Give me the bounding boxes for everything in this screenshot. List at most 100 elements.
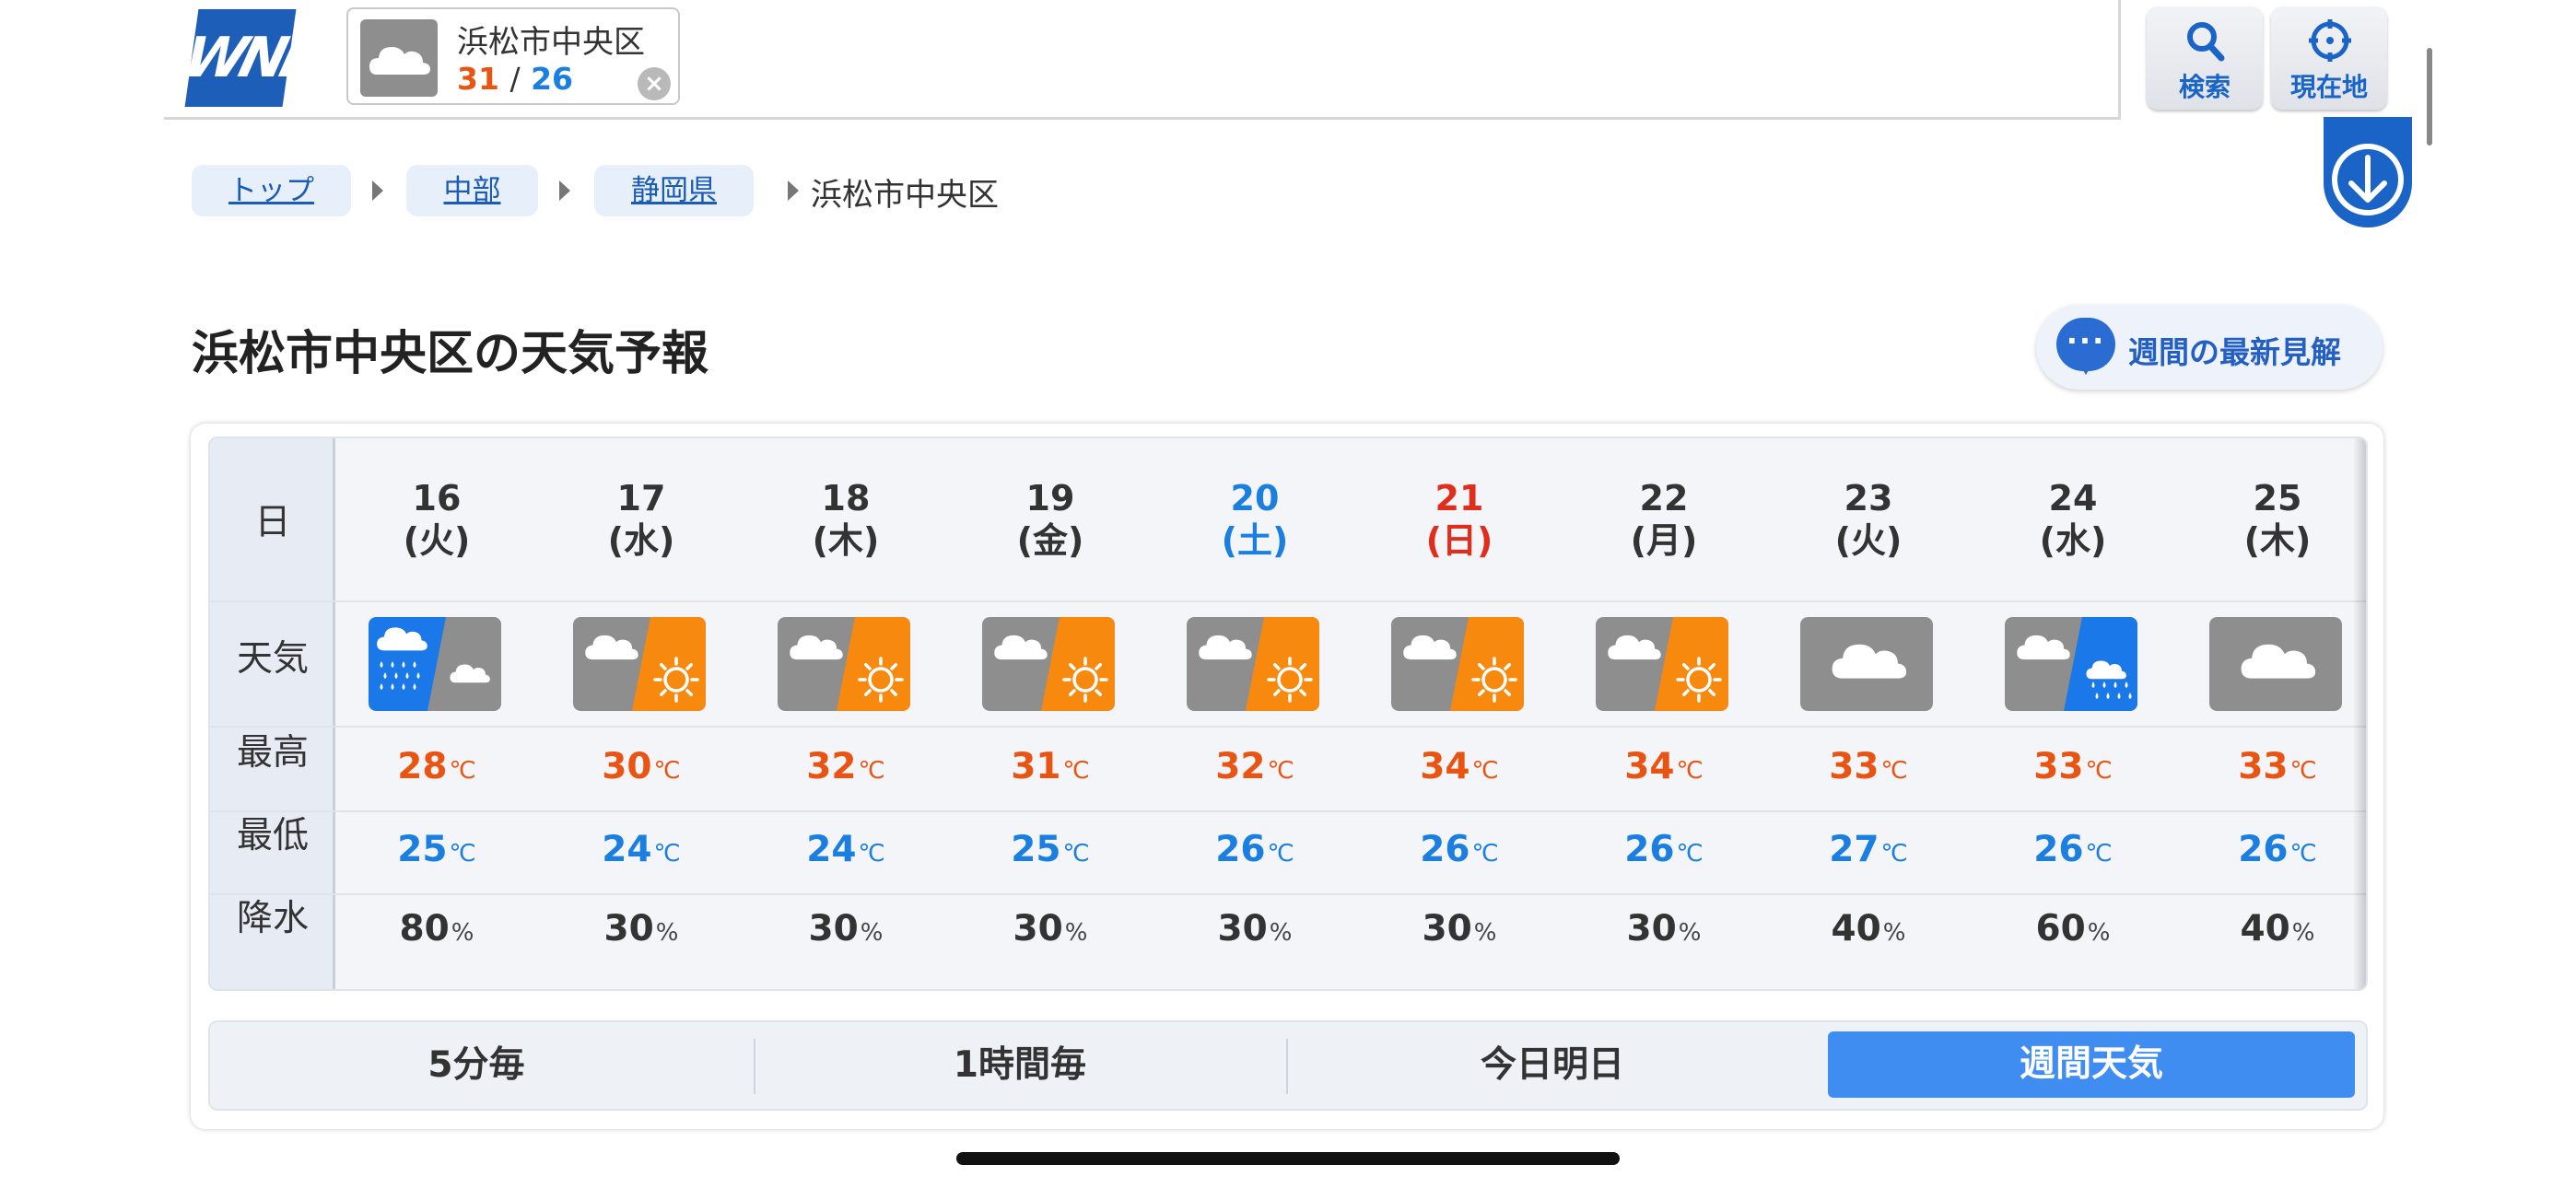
day-of-week: (土) (1221, 520, 1289, 561)
low-temp-value: 27 (1829, 829, 1879, 870)
rain-chance-unit: % (1064, 919, 1088, 947)
download-app-button[interactable] (2324, 117, 2412, 227)
low-temp-unit: ℃ (1267, 840, 1294, 868)
day-number: 22 (1639, 478, 1689, 518)
day-column: 20 (土) 32℃ 26℃ 30% (1153, 438, 1356, 989)
row-label-rain: 降水 (236, 898, 309, 939)
tab-weekly[interactable]: 週間天気 (1828, 1031, 2355, 1098)
rain-chance-unit: % (655, 919, 679, 947)
rain-chance-unit: % (1678, 919, 1702, 947)
high-temp-unit: ℃ (858, 757, 885, 785)
low-temp-unit: ℃ (449, 840, 476, 868)
cloudy-then-sunny-icon (1391, 617, 1524, 711)
location-name: 浜松市中央区 (457, 24, 645, 61)
day-number: 24 (2048, 478, 2098, 518)
row-label-weather: 天気 (236, 638, 309, 680)
rain-chance-unit: % (860, 919, 884, 947)
arrow-down-circle-icon (2332, 144, 2404, 215)
weathernews-logo[interactable]: WNI (177, 9, 304, 107)
low-temp: 25℃ (335, 829, 538, 870)
low-temp-unit: ℃ (2085, 840, 2113, 868)
high-temp: 30℃ (540, 746, 743, 787)
scrollbar-thumb[interactable] (2427, 48, 2432, 146)
breadcrumb-chubu[interactable]: 中部 (406, 165, 538, 216)
rain-chance: 30% (1358, 908, 1561, 949)
page-title: 浜松市中央区の天気予報 (192, 327, 709, 381)
high-temp: 28℃ (335, 746, 538, 787)
high-temp-unit: ℃ (2289, 757, 2317, 785)
day-date: 21 (日) (1358, 477, 1561, 562)
rain-chance-value: 30 (1422, 908, 1472, 949)
day-of-week: (木) (2243, 520, 2312, 561)
rain-chance: 30% (1563, 908, 1765, 949)
high-temp-unit: ℃ (1062, 757, 1090, 785)
low-temp: 24℃ (744, 829, 947, 870)
low-temp: 26℃ (1153, 829, 1356, 870)
day-column: 22 (月) 34℃ 26℃ 30% (1563, 438, 1765, 989)
high-temp: 31℃ (949, 746, 1152, 787)
tab-5min[interactable]: 5分毎 (210, 1022, 743, 1109)
breadcrumb-top[interactable]: トップ (192, 165, 351, 216)
tab-today-tomorrow[interactable]: 今日明日 (1286, 1022, 1819, 1109)
high-temp-value: 31 (1011, 746, 1061, 787)
current-location-button[interactable]: 現在地 (2271, 6, 2387, 110)
cloudy-then-sunny-icon (982, 617, 1115, 711)
day-date: 25 (木) (2176, 477, 2366, 562)
low-temp-value: 26 (2238, 829, 2289, 870)
low-temp-value: 26 (1215, 829, 1266, 870)
day-number: 18 (821, 478, 871, 518)
low-temp-unit: ℃ (1880, 840, 1908, 868)
location-low-temp: 26 (531, 61, 573, 97)
cloudy-then-rain-icon (2005, 617, 2137, 711)
tab-hourly[interactable]: 1時間毎 (754, 1022, 1286, 1109)
rain-chance-value: 30 (1217, 908, 1268, 949)
clear-location-button[interactable]: × (638, 67, 671, 100)
low-temp-unit: ℃ (1471, 840, 1499, 868)
current-location-card[interactable]: 浜松市中央区 31 / 26 × (346, 7, 680, 105)
low-temp: 24℃ (540, 829, 743, 870)
weekly-latest-view-button[interactable]: ··· 週間の最新見解 (2036, 305, 2383, 390)
rain-then-cloudy-icon (369, 617, 501, 711)
rain-chance: 40% (1767, 908, 1970, 949)
row-label-date: 日 (254, 502, 291, 543)
day-date: 22 (月) (1563, 477, 1765, 562)
high-temp: 32℃ (744, 746, 947, 787)
header-divider (2118, 0, 2121, 117)
day-number: 20 (1230, 478, 1280, 518)
day-column: 24 (水) 33℃ 26℃ 60% (1972, 438, 2174, 989)
high-temp-value: 32 (806, 746, 857, 787)
breadcrumb-current: 浜松市中央区 (811, 177, 999, 214)
high-temp-value: 34 (1624, 746, 1675, 787)
day-number: 17 (616, 478, 666, 518)
rain-chance-value: 30 (808, 908, 859, 949)
day-of-week: (金) (1016, 520, 1084, 561)
rain-chance: 30% (949, 908, 1152, 949)
rain-chance: 80% (335, 908, 538, 949)
breadcrumb-shizuoka[interactable]: 静岡県 (594, 165, 754, 216)
day-date: 18 (木) (744, 477, 947, 562)
low-temp: 25℃ (949, 829, 1152, 870)
high-temp-unit: ℃ (2085, 757, 2113, 785)
high-temp-value: 33 (1829, 746, 1879, 787)
rain-chance-value: 40 (2240, 908, 2290, 949)
location-high-temp: 31 (457, 61, 499, 97)
low-temp-unit: ℃ (1676, 840, 1704, 868)
forecast-tabs: 5分毎 1時間毎 今日明日 週間天気 (208, 1020, 2368, 1111)
day-date: 17 (水) (540, 477, 743, 562)
low-temp-unit: ℃ (858, 840, 885, 868)
day-number: 21 (1434, 478, 1484, 518)
rain-chance-unit: % (451, 919, 474, 947)
temp-separator: / (509, 61, 521, 97)
high-temp: 33℃ (2176, 746, 2366, 787)
rain-chance-value: 40 (1831, 908, 1881, 949)
high-temp-value: 33 (2238, 746, 2289, 787)
day-of-week: (火) (403, 520, 471, 561)
cloudy-then-sunny-icon (1187, 617, 1319, 711)
high-temp: 33℃ (1767, 746, 1970, 787)
row-label-low: 最低 (236, 815, 309, 856)
day-of-week: (水) (2039, 520, 2107, 561)
breadcrumb-arrow-icon (788, 181, 799, 201)
search-button[interactable]: 検索 (2147, 6, 2263, 110)
crosshair-icon (2309, 19, 2351, 62)
rain-chance: 30% (540, 908, 743, 949)
